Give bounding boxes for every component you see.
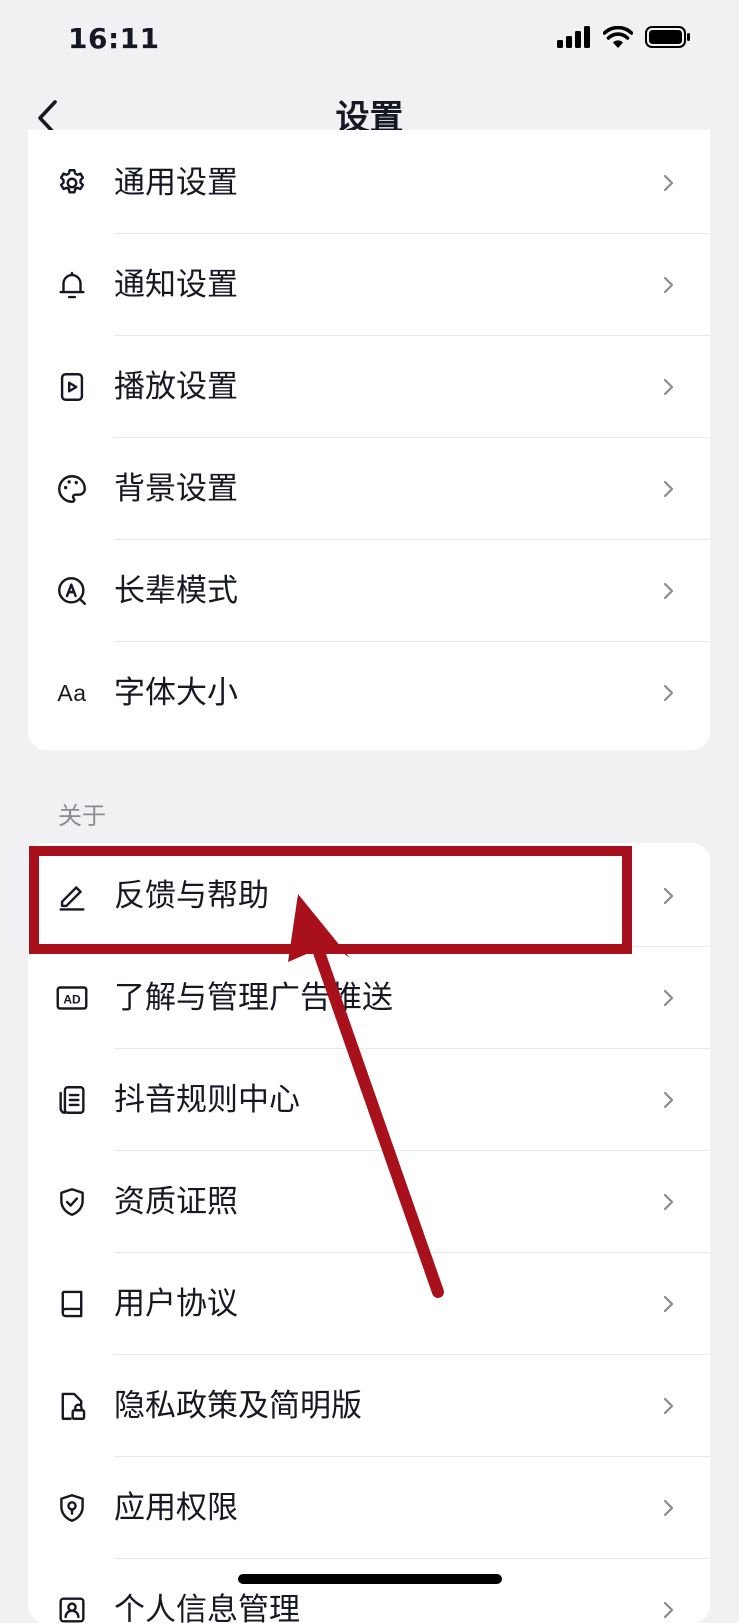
setting-item-label: 应用权限 xyxy=(114,1490,238,1526)
chevron-right-icon xyxy=(663,1499,674,1517)
setting-item-personal-info[interactable]: 个人信息管理 xyxy=(28,1559,710,1623)
svg-text:AD: AD xyxy=(63,992,81,1006)
chevron-right-icon xyxy=(663,1193,674,1211)
setting-item-label: 通用设置 xyxy=(114,165,238,201)
home-indicator xyxy=(238,1574,502,1584)
setting-item-label: 用户协议 xyxy=(114,1286,238,1322)
setting-item-feedback-help[interactable]: 反馈与帮助 xyxy=(28,845,710,947)
location-shield-icon xyxy=(54,1490,90,1526)
battery-icon xyxy=(645,26,690,48)
chevron-right-icon xyxy=(663,989,674,1007)
setting-item-privacy-policy[interactable]: 隐私政策及简明版 xyxy=(28,1355,710,1457)
setting-item-label: 资质证照 xyxy=(114,1184,238,1220)
book-icon xyxy=(54,1286,90,1322)
gear-icon xyxy=(54,165,90,201)
font-size-icon: Aa xyxy=(57,679,87,706)
setting-item-app-permissions[interactable]: 应用权限 xyxy=(28,1457,710,1559)
setting-item-label: 隐私政策及简明版 xyxy=(114,1388,362,1424)
person-info-icon xyxy=(54,1592,90,1623)
setting-item-label: 个人信息管理 xyxy=(114,1592,300,1623)
setting-item-playback[interactable]: 播放设置 xyxy=(28,336,710,438)
setting-item-user-agreement[interactable]: 用户协议 xyxy=(28,1253,710,1355)
chevron-right-icon xyxy=(663,1601,674,1619)
chevron-right-icon xyxy=(663,174,674,192)
status-time: 16:11 xyxy=(68,22,160,55)
setting-item-label: 长辈模式 xyxy=(114,573,238,609)
chevron-right-icon xyxy=(663,887,674,905)
play-icon xyxy=(54,369,90,405)
chevron-right-icon xyxy=(663,1295,674,1313)
setting-item-background[interactable]: 背景设置 xyxy=(28,438,710,540)
chevron-right-icon xyxy=(663,1397,674,1415)
setting-item-qualifications[interactable]: 资质证照 xyxy=(28,1151,710,1253)
setting-item-label: 播放设置 xyxy=(114,369,238,405)
chevron-right-icon xyxy=(663,1091,674,1109)
pencil-icon xyxy=(54,878,90,914)
settings-group-about: 反馈与帮助 AD 了解与管理广告推送 抖音规则中心 资质证照 用户协议 隐私政策… xyxy=(28,843,710,1623)
chevron-right-icon xyxy=(663,582,674,600)
setting-item-label: 了解与管理广告推送 xyxy=(114,980,393,1016)
wifi-icon xyxy=(603,26,633,48)
setting-item-elder-mode[interactable]: 长辈模式 xyxy=(28,540,710,642)
cellular-signal-icon xyxy=(557,26,590,48)
palette-icon xyxy=(54,471,90,507)
settings-group-general: 通用设置 通知设置 播放设置 背景设置 长辈模式 Aa 字体大小 xyxy=(28,130,710,750)
chevron-right-icon xyxy=(663,684,674,702)
setting-item-font-size[interactable]: Aa 字体大小 xyxy=(28,642,710,744)
shield-check-icon xyxy=(54,1184,90,1220)
setting-item-notifications[interactable]: 通知设置 xyxy=(28,234,710,336)
elder-mode-icon xyxy=(54,573,90,609)
section-header-about: 关于 xyxy=(58,802,106,830)
privacy-lock-icon xyxy=(54,1388,90,1424)
setting-item-ad-management[interactable]: AD 了解与管理广告推送 xyxy=(28,947,710,1049)
setting-item-label: 抖音规则中心 xyxy=(114,1082,300,1118)
chevron-right-icon xyxy=(663,480,674,498)
document-icon xyxy=(54,1082,90,1118)
chevron-right-icon xyxy=(663,378,674,396)
setting-item-label: 字体大小 xyxy=(114,675,238,711)
setting-item-label: 反馈与帮助 xyxy=(114,878,269,914)
setting-item-label: 背景设置 xyxy=(114,471,238,507)
chevron-right-icon xyxy=(663,276,674,294)
setting-item-rules-center[interactable]: 抖音规则中心 xyxy=(28,1049,710,1151)
status-icons xyxy=(557,26,691,48)
setting-item-label: 通知设置 xyxy=(114,267,238,303)
setting-item-general[interactable]: 通用设置 xyxy=(28,132,710,234)
ad-icon: AD xyxy=(54,980,90,1016)
bell-icon xyxy=(54,267,90,303)
status-bar: 16:11 xyxy=(0,0,739,80)
